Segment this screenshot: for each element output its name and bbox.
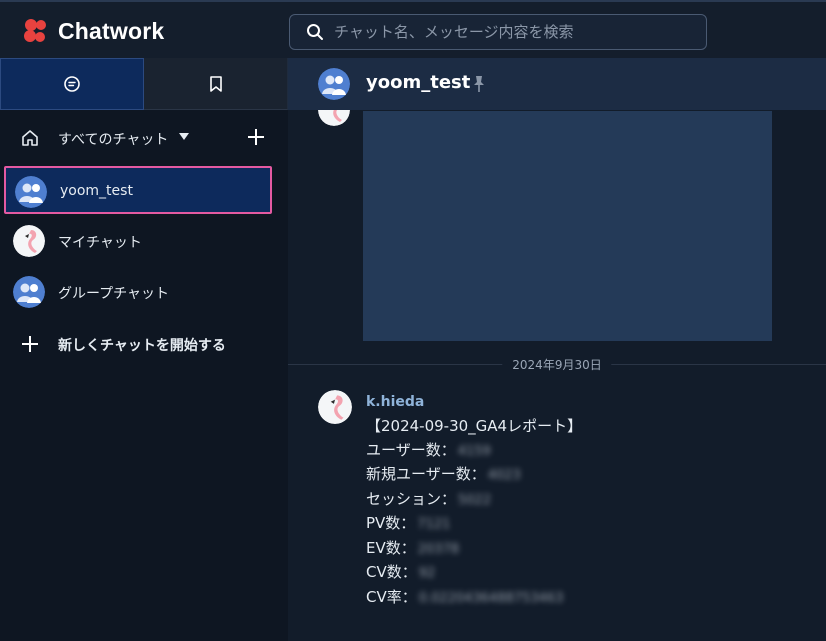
message-line: EV数： 20378 xyxy=(366,538,460,557)
room-title: yoom_test xyxy=(366,72,471,93)
search-icon xyxy=(307,24,323,40)
message-line: セッション： 5022 xyxy=(366,489,492,508)
message-line: ユーザー数： 4159 xyxy=(366,440,491,459)
message-sender[interactable]: k.hieda xyxy=(366,394,424,410)
blurred-value: 92 xyxy=(418,566,436,581)
message-line: CV率： 0.0220436488753463 xyxy=(366,587,564,606)
sidebar-tabs xyxy=(0,58,288,110)
top-bar: Chatwork xyxy=(0,0,826,58)
date-separator: 2024年9月30日 xyxy=(288,354,826,374)
chat-filter-row: すべてのチャット xyxy=(0,122,288,154)
message-line: PV数： 7121 xyxy=(366,514,451,532)
flamingo-avatar-icon xyxy=(13,225,45,257)
new-chat-label: 新しくチャットを開始する xyxy=(58,338,226,354)
flamingo-avatar-icon xyxy=(318,110,350,126)
chat-name: マイチャット xyxy=(58,235,142,251)
blurred-value: 0.0220436488753463 xyxy=(418,590,564,606)
search-input[interactable] xyxy=(334,23,694,41)
blurred-value: 20378 xyxy=(417,541,460,557)
tab-bookmarks[interactable] xyxy=(144,58,288,110)
group-avatar-icon xyxy=(15,176,47,208)
tab-chats[interactable] xyxy=(0,58,144,110)
chat-name: yoom_test xyxy=(60,183,133,199)
chatwork-logo[interactable]: Chatwork xyxy=(20,15,164,47)
new-chat-button[interactable]: 新しくチャットを開始する xyxy=(0,326,288,362)
chat-filter-label[interactable]: すべてのチャット xyxy=(58,129,168,149)
chevron-down-icon[interactable] xyxy=(179,133,189,141)
chat-room: yoom_test 2024年9月30日 k.hieda 【2024-09-30… xyxy=(288,58,826,641)
group-avatar-icon[interactable] xyxy=(318,68,350,100)
message-line: 新規ユーザー数： 4023 xyxy=(366,465,521,483)
blurred-value: 7121 xyxy=(417,517,451,532)
blurred-value: 5022 xyxy=(458,492,492,508)
chat-list-item-my-chat[interactable]: マイチャット xyxy=(4,217,272,265)
blurred-value: 4023 xyxy=(487,468,521,483)
chat-name: グループチャット xyxy=(58,286,170,302)
chat-bubble-icon xyxy=(64,76,80,92)
search-box[interactable] xyxy=(289,14,707,50)
chat-list-item-group-chat[interactable]: グループチャット xyxy=(4,268,272,316)
room-header: yoom_test xyxy=(288,58,826,110)
add-chat-icon[interactable] xyxy=(246,127,266,147)
image-preview[interactable] xyxy=(363,111,772,341)
chat-list-item-yoom-test[interactable]: yoom_test xyxy=(4,166,272,214)
chatwork-logo-icon xyxy=(20,15,52,47)
sidebar: すべてのチャット yoom_test マイチャット グループチャット 新しくチャ… xyxy=(0,58,288,641)
pin-icon[interactable] xyxy=(472,75,486,93)
message-line: 【2024-09-30_GA4レポート】 xyxy=(366,417,583,435)
bookmark-icon xyxy=(209,75,222,92)
home-icon[interactable] xyxy=(20,128,40,148)
flamingo-avatar-icon[interactable] xyxy=(318,390,352,424)
logo-text: Chatwork xyxy=(58,17,165,44)
blurred-value: 4159 xyxy=(457,443,491,459)
message-body: 【2024-09-30_GA4レポート】 ユーザー数： 4159 新規ユーザー数：… xyxy=(366,415,806,610)
message-line: CV数： 92 xyxy=(366,563,436,581)
group-avatar-icon xyxy=(13,276,45,308)
plus-icon xyxy=(22,336,38,352)
date-label: 2024年9月30日 xyxy=(502,356,612,373)
